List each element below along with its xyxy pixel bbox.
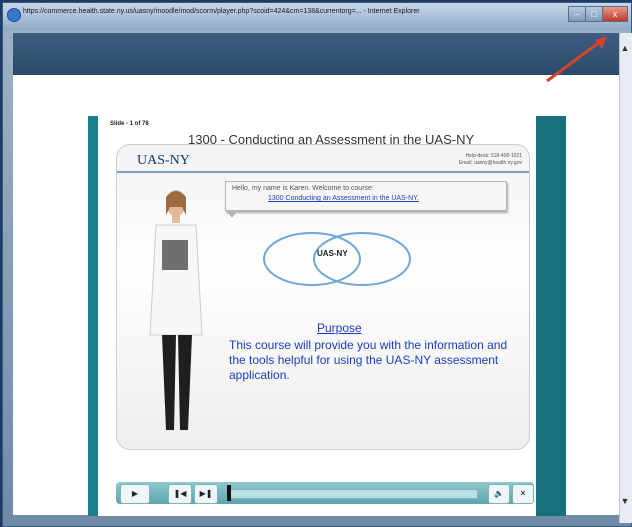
uas-ny-logo: UAS-NY — [137, 153, 190, 168]
speaker-icon: 🔈 — [494, 489, 504, 498]
next-button[interactable]: ▶❚ — [194, 484, 218, 504]
browser-header — [13, 33, 623, 75]
window-title: https://commerce.health.state.ny.us/uasn… — [23, 8, 420, 15]
speech-tail — [226, 210, 238, 218]
volume-button[interactable]: 🔈 — [488, 484, 510, 504]
play-button[interactable]: ▶ — [120, 484, 150, 504]
speech-greeting: Hello, my name is Karen. Welcome to cour… — [232, 185, 374, 192]
helpdesk-email: Email: uasny@health.ny.gov — [458, 160, 522, 166]
course-link[interactable]: 1300 Conducting an Assessment in the UAS… — [268, 195, 419, 202]
exit-button[interactable]: ✕ — [512, 484, 534, 504]
helpdesk-phone: Help-desk: 518-408-1021 — [465, 153, 522, 159]
annotation-arrow-icon — [546, 36, 607, 83]
helpdesk-info: Help-desk: 518-408-1021 Email: uasny@hea… — [417, 153, 522, 167]
close-button[interactable]: x — [602, 6, 628, 22]
venn-label: UAS-NY — [317, 249, 348, 258]
venn-diagram-icon — [263, 232, 411, 286]
seek-handle[interactable] — [226, 485, 231, 501]
header-divider — [117, 171, 529, 173]
purpose-text: This course will provide you with the in… — [229, 338, 508, 382]
slide-card: UAS-NY Help-desk: 518-408-1021 Email: ua… — [116, 144, 530, 450]
browser-window: https://commerce.health.state.ny.us/uasn… — [2, 2, 632, 527]
scrollbar[interactable] — [619, 33, 632, 523]
player-side-panel — [536, 116, 566, 516]
purpose-heading: Purpose — [317, 321, 362, 335]
minimize-button[interactable]: – — [568, 6, 586, 22]
ie-icon — [7, 8, 21, 22]
presenter-figure-icon — [149, 190, 203, 430]
slide-number: Slide - 1 of 78 — [110, 121, 149, 127]
scroll-up-icon[interactable]: ▲ — [619, 43, 631, 55]
maximize-button[interactable]: □ — [585, 6, 603, 22]
skip-back-icon: ❚◀ — [173, 489, 187, 498]
play-icon: ▶ — [131, 489, 139, 498]
slide-frame: Slide - 1 of 78 1300 - Conducting an Ass… — [98, 116, 536, 516]
close-icon: ✕ — [519, 489, 527, 498]
scorm-player: Slide - 1 of 78 1300 - Conducting an Ass… — [88, 116, 566, 516]
speech-bubble: Hello, my name is Karen. Welcome to cour… — [225, 181, 507, 218]
previous-button[interactable]: ❚◀ — [168, 484, 192, 504]
skip-forward-icon: ▶❚ — [199, 489, 213, 498]
seek-bar[interactable] — [226, 489, 478, 499]
player-controls: ▶ ❚◀ ▶❚ 🔈 ✕ — [116, 482, 534, 504]
title-bar: https://commerce.health.state.ny.us/uasn… — [3, 3, 631, 31]
scroll-down-icon[interactable]: ▼ — [619, 496, 631, 508]
